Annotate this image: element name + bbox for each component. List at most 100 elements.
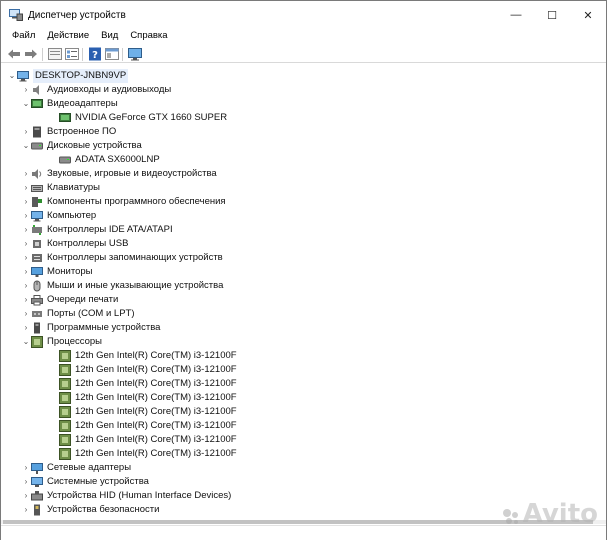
minimize-button[interactable]: — [498, 1, 534, 29]
tree-item-label: 12th Gen Intel(R) Core(TM) i3-12100F [75, 350, 237, 361]
chevron-right-icon[interactable]: › [21, 293, 31, 307]
tree-item-label: Программные устройства [47, 322, 161, 333]
tree-device[interactable]: 12th Gen Intel(R) Core(TM) i3-12100F [49, 377, 237, 391]
tree-category[interactable]: › Устройства безопасности [21, 503, 159, 517]
menu-view[interactable]: Вид [95, 29, 124, 43]
tree-device[interactable]: 12th Gen Intel(R) Core(TM) i3-12100F [49, 349, 237, 363]
chevron-right-icon[interactable]: › [21, 321, 31, 335]
chevron-right-icon[interactable]: › [21, 223, 31, 237]
tree-category[interactable]: ⌄ Процессоры [21, 335, 102, 349]
tree-device[interactable]: 12th Gen Intel(R) Core(TM) i3-12100F [49, 391, 237, 405]
ide-controller-icon [31, 224, 43, 236]
tree-device[interactable]: NVIDIA GeForce GTX 1660 SUPER [49, 111, 227, 125]
tree-category[interactable]: › Аудиовходы и аудиовыходы [21, 83, 171, 97]
close-button[interactable]: ✕ [570, 1, 606, 29]
chevron-right-icon[interactable]: › [21, 265, 31, 279]
properties-icon[interactable] [47, 46, 63, 62]
tree-category[interactable]: › Компьютер [21, 209, 96, 223]
chevron-right-icon[interactable]: › [21, 503, 31, 517]
menu-action[interactable]: Действие [41, 29, 95, 43]
chevron-right-icon[interactable]: › [21, 307, 31, 321]
view-icon[interactable] [104, 46, 120, 62]
menu-file[interactable]: Файл [6, 29, 41, 43]
chevron-right-icon[interactable]: › [21, 279, 31, 293]
tree-item-label: Устройства безопасности [47, 504, 160, 515]
security-device-icon [31, 504, 43, 516]
tree-item-label: 12th Gen Intel(R) Core(TM) i3-12100F [75, 364, 237, 375]
tree-category[interactable]: › Системные устройства [21, 475, 149, 489]
tree-category[interactable]: ⌄ Дисковые устройства [21, 139, 142, 153]
tree-item-label: ADATA SX6000LNP [75, 154, 160, 165]
tree-category[interactable]: › Программные устройства [21, 321, 160, 335]
tree-device[interactable]: 12th Gen Intel(R) Core(TM) i3-12100F [49, 363, 237, 377]
tree-category[interactable]: ⌄ Видеоадаптеры [21, 97, 118, 111]
chevron-right-icon[interactable]: › [21, 195, 31, 209]
printer-icon [31, 294, 43, 306]
tree-device[interactable]: 12th Gen Intel(R) Core(TM) i3-12100F [49, 419, 237, 433]
maximize-button[interactable]: ☐ [534, 1, 570, 29]
mouse-icon [31, 280, 43, 292]
chevron-right-icon[interactable]: › [21, 83, 31, 97]
chevron-right-icon[interactable]: › [21, 461, 31, 475]
window-title: Диспетчер устройств [28, 10, 126, 21]
chevron-right-icon[interactable]: › [21, 251, 31, 265]
device-manager-window: Диспетчер устройств — ☐ ✕ Файл Действие … [0, 0, 607, 540]
tree-category[interactable]: › Контроллеры IDE ATA/ATAPI [21, 223, 173, 237]
tree-device[interactable]: 12th Gen Intel(R) Core(TM) i3-12100F [49, 405, 237, 419]
chevron-down-icon[interactable]: ⌄ [7, 69, 17, 83]
chevron-right-icon[interactable]: › [21, 209, 31, 223]
tree-device[interactable]: 12th Gen Intel(R) Core(TM) i3-12100F [49, 447, 237, 461]
software-device-icon [31, 322, 43, 334]
tree-item-label: Компоненты программного обеспечения [47, 196, 226, 207]
forward-arrow-icon[interactable] [23, 46, 39, 62]
tree-item-label: NVIDIA GeForce GTX 1660 SUPER [75, 112, 228, 123]
tree-item-label: Устройства HID (Human Interface Devices) [47, 490, 232, 501]
tree-category[interactable]: › Контроллеры запоминающих устройств [21, 251, 223, 265]
list-icon[interactable] [64, 46, 80, 62]
chevron-down-icon[interactable]: ⌄ [21, 139, 31, 153]
tree-category[interactable]: › Звуковые, игровые и видеоустройства [21, 167, 217, 181]
chevron-right-icon[interactable]: › [21, 181, 31, 195]
tree-category[interactable]: › Контроллеры USB [21, 237, 129, 251]
tree-category[interactable]: › Устройства HID (Human Interface Devices… [21, 489, 232, 503]
back-arrow-icon[interactable] [6, 46, 22, 62]
tree-category[interactable]: › Мыши и иные указывающие устройства [21, 279, 223, 293]
chevron-right-icon[interactable]: › [21, 475, 31, 489]
tree-category[interactable]: › Встроенное ПО [21, 125, 116, 139]
tree-item-label: Процессоры [47, 336, 103, 347]
chevron-right-icon[interactable]: › [21, 489, 31, 503]
chevron-right-icon[interactable]: › [21, 237, 31, 251]
display-adapter-device-icon [59, 112, 71, 124]
tree-category[interactable]: › Сетевые адаптеры [21, 461, 131, 475]
display-adapter-icon [31, 98, 43, 110]
tree-item-label: Очереди печати [47, 294, 119, 305]
tree-category[interactable]: › Очереди печати [21, 293, 118, 307]
help-icon[interactable]: ? [87, 46, 103, 62]
monitor-scan-icon[interactable] [127, 46, 143, 62]
chevron-down-icon[interactable]: ⌄ [21, 335, 31, 349]
device-tree[interactable]: ⌄ DESKTOP-JNBN9VP › Аудиовходы и аудиовыход… [1, 67, 606, 520]
tree-item-label: Звуковые, игровые и видеоустройства [47, 168, 217, 179]
tree-category[interactable]: › Компоненты программного обеспечения [21, 195, 226, 209]
tree-device[interactable]: ADATA SX6000LNP [49, 153, 160, 167]
chevron-right-icon[interactable]: › [21, 125, 31, 139]
processor-device-icon [59, 406, 71, 418]
tree-item-label: 12th Gen Intel(R) Core(TM) i3-12100F [75, 448, 237, 459]
tree-device[interactable]: 12th Gen Intel(R) Core(TM) i3-12100F [49, 433, 237, 447]
chevron-down-icon[interactable]: ⌄ [21, 97, 31, 111]
computer-icon [17, 70, 29, 82]
chevron-right-icon[interactable]: › [21, 167, 31, 181]
title-bar[interactable]: Диспетчер устройств — ☐ ✕ [1, 1, 606, 29]
tree-item-label: Дисковые устройства [47, 140, 142, 151]
tree-item-label: Аудиовходы и аудиовыходы [47, 84, 172, 95]
tree-root-computer[interactable]: ⌄ DESKTOP-JNBN9VP [7, 69, 129, 83]
tree-category[interactable]: › Клавиатуры [21, 181, 100, 195]
tree-category[interactable]: › Мониторы [21, 265, 93, 279]
tree-category[interactable]: › Порты (COM и LPT) [21, 307, 135, 321]
tree-item-label: Порты (COM и LPT) [47, 308, 135, 319]
storage-controller-icon [31, 252, 43, 264]
tree-item-label: 12th Gen Intel(R) Core(TM) i3-12100F [75, 420, 237, 431]
menu-help[interactable]: Справка [124, 29, 173, 43]
